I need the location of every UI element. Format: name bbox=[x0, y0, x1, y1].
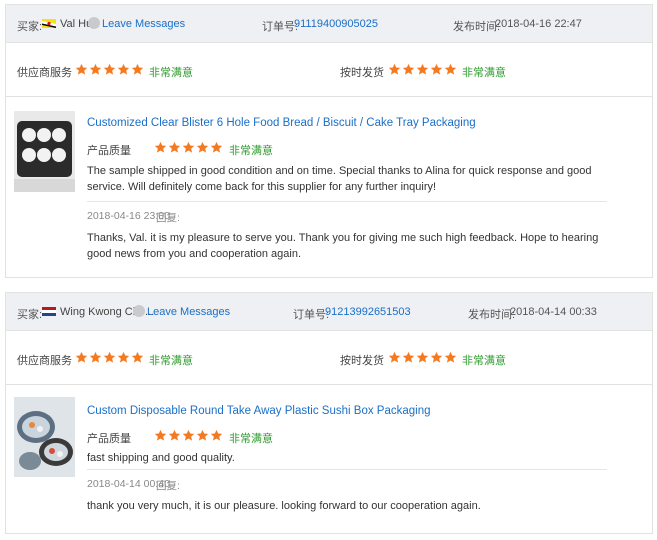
netherlands-flag-icon bbox=[42, 307, 56, 316]
star-icon bbox=[196, 141, 209, 154]
order-number-label: 订单号: bbox=[262, 21, 299, 33]
supplier-service-rating bbox=[75, 351, 144, 364]
review-header: 买家: Val Hu Leave Messages 订单号: 911194009… bbox=[6, 5, 652, 43]
star-icon bbox=[402, 351, 415, 364]
on-time-delivery-label: 按时发货 bbox=[340, 355, 384, 367]
brunei-flag-icon bbox=[42, 19, 56, 28]
review-card: 买家: Val Hu Leave Messages 订单号: 911194009… bbox=[5, 4, 653, 278]
star-icon bbox=[103, 63, 116, 76]
supplier-service-satisfaction: 非常满意 bbox=[149, 355, 193, 367]
star-icon bbox=[154, 429, 167, 442]
leave-messages-link[interactable]: Leave Messages bbox=[102, 18, 185, 30]
star-icon bbox=[388, 63, 401, 76]
on-time-delivery-rating bbox=[388, 63, 457, 76]
star-icon bbox=[75, 63, 88, 76]
order-number-label: 订单号: bbox=[293, 309, 330, 321]
star-icon bbox=[430, 63, 443, 76]
order-number-link[interactable]: 91119400905025 bbox=[294, 18, 378, 30]
reply-label: 回复: bbox=[156, 480, 180, 492]
supplier-service-label: 供应商服务 bbox=[17, 355, 72, 367]
star-icon bbox=[117, 351, 130, 364]
star-icon bbox=[182, 141, 195, 154]
reply-text: Thanks, Val. it is my pleasure to serve … bbox=[87, 232, 599, 260]
star-icon bbox=[131, 351, 144, 364]
supplier-service-label: 供应商服务 bbox=[17, 67, 72, 79]
star-icon bbox=[182, 429, 195, 442]
star-icon bbox=[388, 351, 401, 364]
buyer-label: 买家: bbox=[17, 309, 43, 321]
product-quality-rating bbox=[154, 429, 223, 442]
review-text: fast shipping and good quality. bbox=[87, 452, 235, 464]
on-time-delivery-satisfaction: 非常满意 bbox=[462, 355, 506, 367]
star-icon bbox=[89, 351, 102, 364]
star-icon bbox=[416, 351, 429, 364]
ratings-row: 供应商服务 非常满意 按时发货 非常满意 bbox=[6, 331, 652, 385]
star-icon bbox=[430, 351, 443, 364]
published-time-label: 发布时间: bbox=[453, 21, 501, 33]
star-icon bbox=[210, 141, 223, 154]
star-icon bbox=[444, 351, 457, 364]
review-text: The sample shipped in good condition and… bbox=[87, 165, 592, 193]
product-quality-satisfaction: 非常满意 bbox=[229, 433, 273, 445]
on-time-delivery-satisfaction: 非常满意 bbox=[462, 67, 506, 79]
star-icon bbox=[117, 63, 130, 76]
supplier-service-rating bbox=[75, 63, 144, 76]
star-icon bbox=[131, 63, 144, 76]
product-quality-label: 产品质量 bbox=[87, 433, 131, 445]
reply-label: 回复: bbox=[156, 212, 180, 224]
star-icon bbox=[402, 63, 415, 76]
product-quality-satisfaction: 非常满意 bbox=[229, 145, 273, 157]
product-quality-label: 产品质量 bbox=[87, 145, 131, 157]
divider bbox=[87, 469, 607, 470]
on-time-delivery-label: 按时发货 bbox=[340, 67, 384, 79]
product-title-link[interactable]: Customized Clear Blister 6 Hole Food Bre… bbox=[87, 117, 476, 129]
product-thumbnail[interactable] bbox=[14, 111, 75, 192]
star-icon bbox=[75, 351, 88, 364]
star-icon bbox=[196, 429, 209, 442]
star-icon bbox=[168, 429, 181, 442]
star-icon bbox=[210, 429, 223, 442]
leave-messages-link[interactable]: Leave Messages bbox=[147, 306, 230, 318]
buyer-label: 买家: bbox=[17, 21, 43, 33]
reply-text: thank you very much, it is our pleasure.… bbox=[87, 500, 481, 512]
published-time: 2018-04-14 00:33 bbox=[510, 306, 597, 318]
review-header: 买家: Wing Kwong Che... Leave Messages 订单号… bbox=[6, 293, 652, 331]
message-icon[interactable] bbox=[88, 17, 100, 29]
published-time-label: 发布时间: bbox=[468, 309, 516, 321]
order-number-link[interactable]: 91213992651503 bbox=[325, 306, 411, 318]
star-icon bbox=[416, 63, 429, 76]
message-icon[interactable] bbox=[133, 305, 145, 317]
published-time: 2018-04-16 22:47 bbox=[495, 18, 582, 30]
divider bbox=[87, 201, 607, 202]
review-card: 买家: Wing Kwong Che... Leave Messages 订单号… bbox=[5, 292, 653, 534]
star-icon bbox=[154, 141, 167, 154]
ratings-row: 供应商服务 非常满意 按时发货 非常满意 bbox=[6, 43, 652, 97]
star-icon bbox=[444, 63, 457, 76]
star-icon bbox=[89, 63, 102, 76]
product-quality-rating bbox=[154, 141, 223, 154]
product-thumbnail[interactable] bbox=[14, 397, 75, 477]
star-icon bbox=[103, 351, 116, 364]
supplier-service-satisfaction: 非常满意 bbox=[149, 67, 193, 79]
on-time-delivery-rating bbox=[388, 351, 457, 364]
star-icon bbox=[168, 141, 181, 154]
product-title-link[interactable]: Custom Disposable Round Take Away Plasti… bbox=[87, 405, 430, 417]
